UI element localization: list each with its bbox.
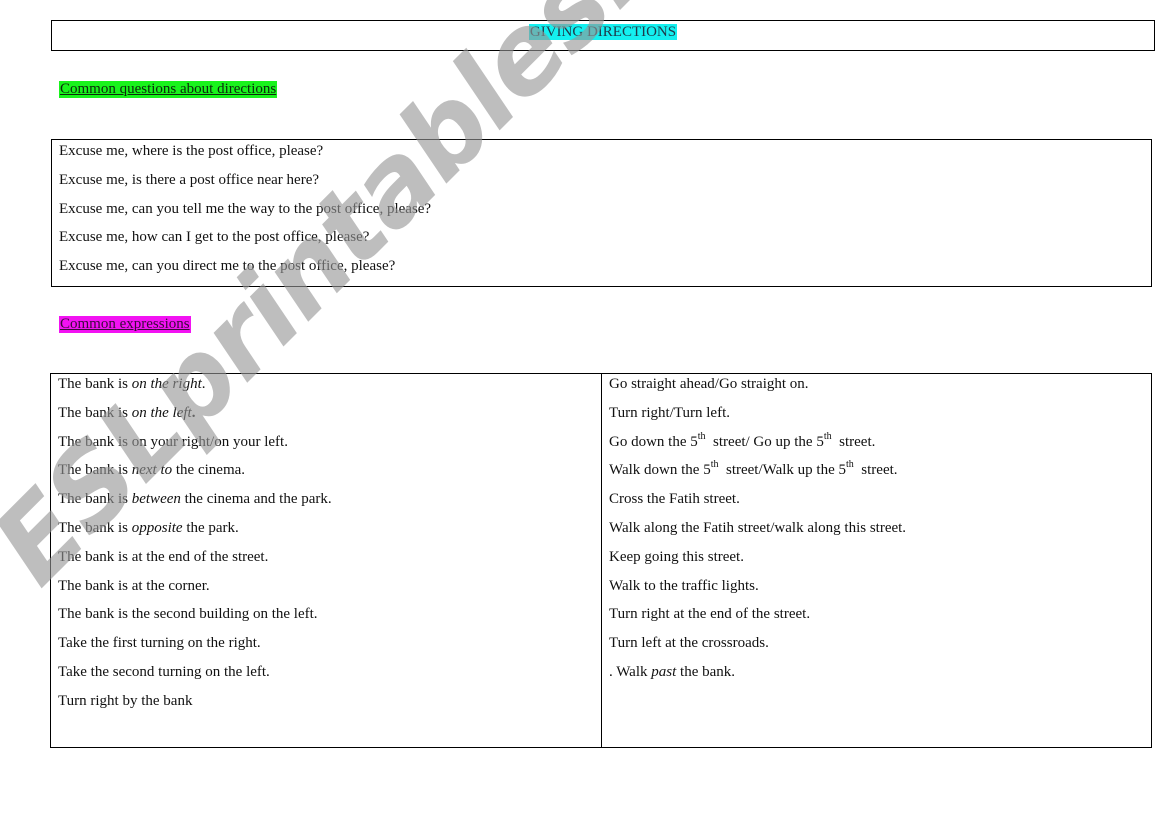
expression-text: the cinema and the park. <box>180 491 332 508</box>
expressions-table: The bank is on the right. The bank is on… <box>50 373 1152 748</box>
expression-item: The bank is between the cinema and the p… <box>58 489 601 518</box>
expression-emphasis: on the right <box>131 376 202 392</box>
expression-text: The bank is <box>58 462 132 479</box>
expression-item: The bank is on the right. <box>58 374 601 403</box>
worksheet-page: GIVING DIRECTIONS Common questions about… <box>0 0 1169 821</box>
expression-item: The bank is at the corner. <box>58 576 601 605</box>
expression-emphasis: next to <box>131 462 173 479</box>
expression-text: The bank is <box>58 491 132 508</box>
location-expressions-column: The bank is on the right. The bank is on… <box>51 374 602 747</box>
expression-text: the park. <box>182 519 239 536</box>
expression-text: street/Walk up the 5 <box>718 462 846 479</box>
expression-text: street. <box>831 433 876 450</box>
ordinal-suffix: th <box>823 430 832 442</box>
expression-text: The bank is at the corner. <box>58 577 210 594</box>
expression-emphasis: between <box>131 491 181 508</box>
expression-text: The bank is <box>58 519 132 536</box>
expression-text: Walk down the 5 <box>609 462 711 479</box>
expression-item: Keep going this street. <box>609 548 744 565</box>
expression-item: Turn right by the bank <box>58 691 601 720</box>
expression-text: The bank is at the end of the street. <box>58 548 269 565</box>
expression-emphasis: past <box>651 663 677 680</box>
ordinal-suffix: th <box>846 459 854 471</box>
expression-item: Go down the 5th street/ Go up the 5th st… <box>609 430 1151 461</box>
expression-text: the bank. <box>676 663 736 680</box>
expression-text: street/ Go up the 5 <box>705 433 824 450</box>
expression-text: Turn right by the bank <box>58 692 193 709</box>
expression-text: The bank is <box>58 404 132 421</box>
expression-item: Go straight ahead/Go straight on. <box>609 376 809 392</box>
expression-item: Walk to the traffic lights. <box>609 577 759 594</box>
expression-emphasis: opposite <box>131 519 183 536</box>
expression-item: Walk down the 5th street/Walk up the 5th… <box>609 460 1151 489</box>
question-item: Excuse me, is there a post office near h… <box>59 171 320 188</box>
expression-item: The bank is at the end of the street. <box>58 547 601 576</box>
direction-expressions-column: Go straight ahead/Go straight on. Turn r… <box>602 374 1151 747</box>
expressions-heading: Common expressions <box>59 316 191 333</box>
expression-emphasis: on the left <box>131 404 192 421</box>
expression-item: Walk along the Fatih street/walk along t… <box>609 519 907 536</box>
expression-item: The bank is on the left. <box>58 403 601 432</box>
expression-item: Turn left at the crossroads. <box>609 635 769 652</box>
expression-text: the cinema. <box>172 462 246 479</box>
expression-text: The bank is the second building on the l… <box>58 606 318 623</box>
expression-text: . <box>201 376 206 392</box>
expression-text: street. <box>853 462 898 479</box>
expression-item: Take the first turning on the right. <box>58 633 601 662</box>
question-item: Excuse me, where is the post office, ple… <box>59 143 324 159</box>
expression-item: Cross the Fatih street. <box>609 491 740 508</box>
expression-text: . Walk <box>609 663 652 680</box>
expression-text: Go down the 5 <box>609 433 698 450</box>
page-title: GIVING DIRECTIONS <box>528 24 678 40</box>
expression-item: The bank is next to the cinema. <box>58 460 601 489</box>
expression-item: The bank is the second building on the l… <box>58 604 601 633</box>
expression-text: Take the first turning on the right. <box>58 635 261 652</box>
expression-item: The bank is opposite the park. <box>58 518 601 547</box>
expression-item: . Walk past the bank. <box>609 662 1151 691</box>
expression-item: Take the second turning on the left. <box>58 662 601 691</box>
expression-item: Turn right/Turn left. <box>609 404 730 421</box>
title-box: GIVING DIRECTIONS <box>51 20 1155 51</box>
expression-item: The bank is on your right/on your left. <box>58 432 601 461</box>
expression-text: . <box>191 404 196 421</box>
question-item: Excuse me, can you tell me the way to th… <box>59 200 432 217</box>
questions-heading: Common questions about directions <box>59 81 278 98</box>
questions-box: Excuse me, where is the post office, ple… <box>51 139 1152 287</box>
question-item: Excuse me, can you direct me to the post… <box>59 258 396 275</box>
ordinal-suffix: th <box>697 430 706 442</box>
question-item: Excuse me, how can I get to the post off… <box>59 229 370 246</box>
expression-text: The bank is on your right/on your left. <box>58 433 288 450</box>
expression-item: Turn right at the end of the street. <box>609 606 811 623</box>
expression-text: The bank is <box>58 376 132 392</box>
expression-text: Take the second turning on the left. <box>58 663 270 680</box>
